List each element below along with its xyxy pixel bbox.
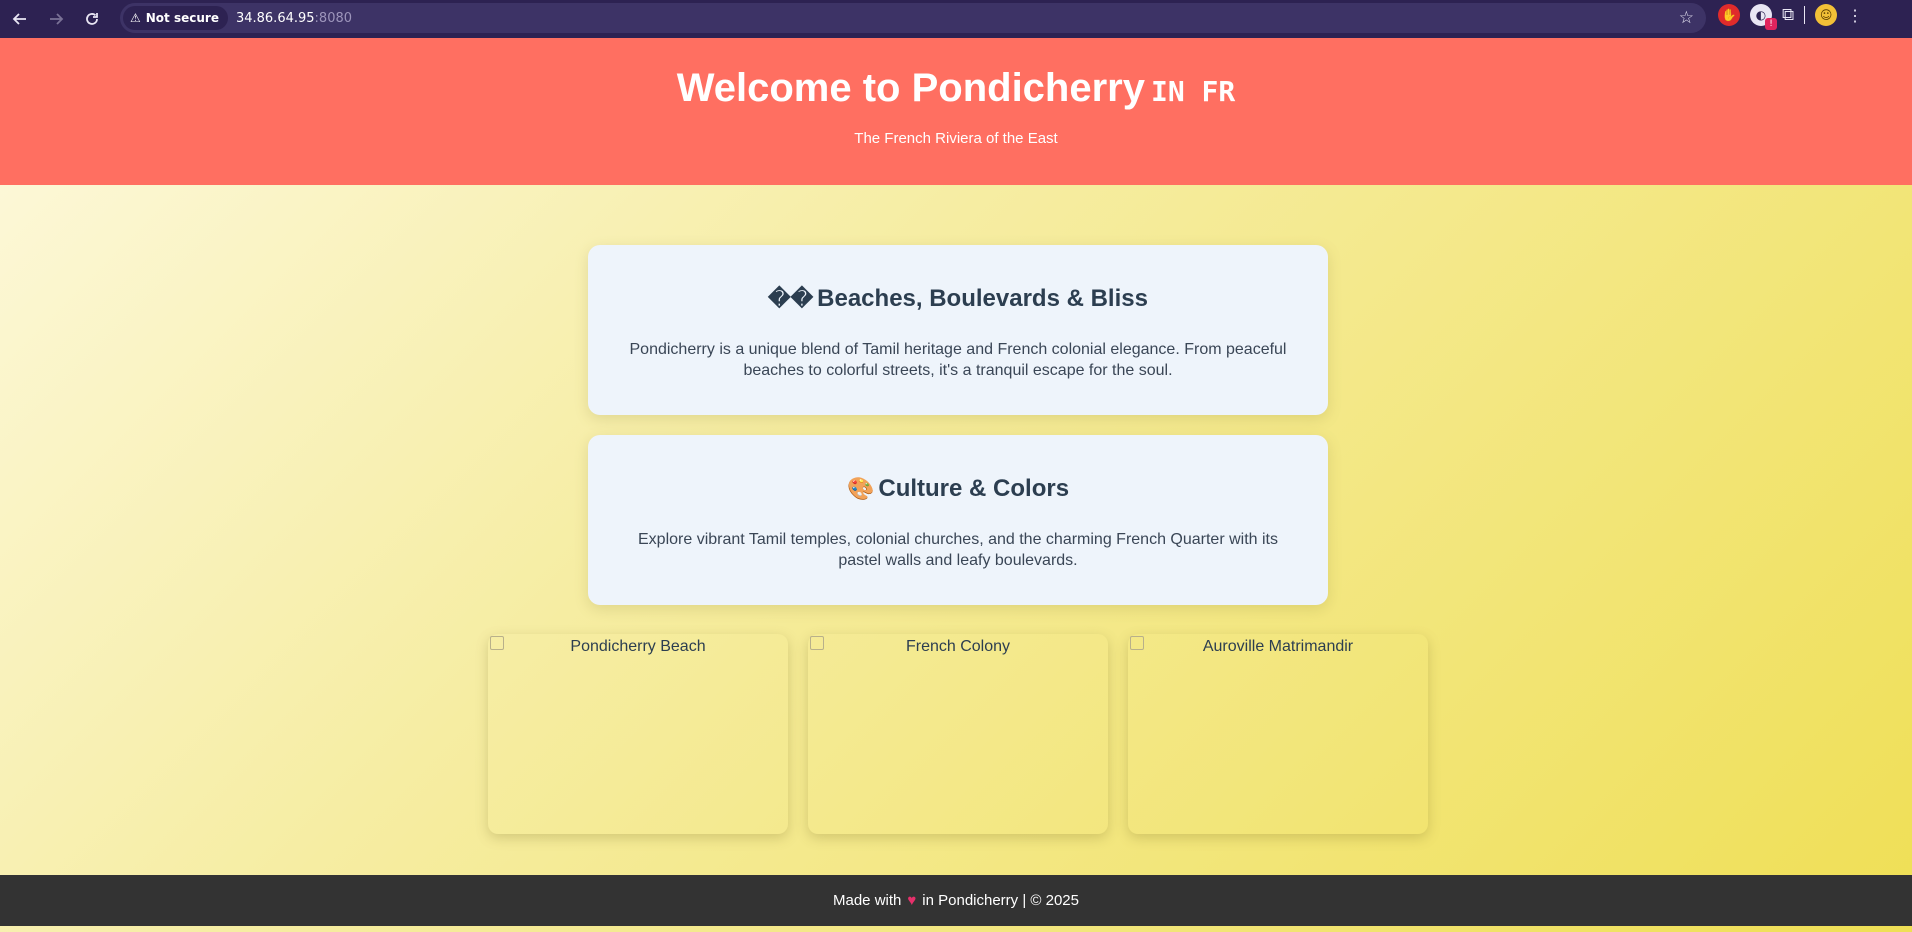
arrow-left-icon bbox=[12, 13, 26, 25]
reload-icon bbox=[86, 13, 98, 25]
forward-button[interactable] bbox=[38, 4, 74, 34]
gallery-image-matrimandir: Auroville Matrimandir bbox=[1128, 634, 1428, 834]
card-title: Culture & Colors bbox=[878, 475, 1070, 502]
broken-image-icon bbox=[490, 636, 504, 650]
security-indicator[interactable]: ⚠ Not secure bbox=[123, 6, 228, 30]
puzzle-extensions-icon[interactable]: ⧉ bbox=[1782, 5, 1794, 25]
back-button[interactable] bbox=[2, 4, 38, 34]
extensions-area: ✋ ◐ ! ⧉ ☺ ⋮ bbox=[1718, 4, 1863, 30]
page-subtitle: The French Riviera of the East bbox=[854, 130, 1058, 147]
url-text[interactable]: 34.86.64.95:8080 bbox=[236, 11, 352, 26]
gallery-image-french-colony: French Colony bbox=[808, 634, 1108, 834]
arrow-right-icon bbox=[50, 13, 64, 25]
image-alt-text: French Colony bbox=[905, 638, 1011, 655]
adblock-extension-icon[interactable]: ✋ bbox=[1718, 4, 1740, 26]
heart-icon: ♥ bbox=[907, 892, 917, 909]
star-icon[interactable]: ☆ bbox=[1679, 8, 1694, 28]
card-heading: �� Beaches, Boulevards & Bliss bbox=[588, 285, 1328, 313]
info-card-culture: 🎨 Culture & Colors Explore vibrant Tamil … bbox=[588, 435, 1328, 605]
footer-prefix: Made with bbox=[833, 892, 902, 909]
security-label: Not secure bbox=[145, 11, 219, 25]
alert-badge-icon: ! bbox=[1765, 18, 1777, 30]
extension-with-badge[interactable]: ◐ ! bbox=[1750, 4, 1777, 30]
broken-image-icon bbox=[1130, 636, 1144, 650]
card-heading: 🎨 Culture & Colors bbox=[588, 475, 1328, 503]
site-header: Welcome to Pondicherry IN FR The French R… bbox=[0, 38, 1912, 185]
broken-image-icon bbox=[810, 636, 824, 650]
broken-emoji-icon: �� bbox=[768, 286, 814, 311]
page-title: Welcome to Pondicherry IN FR bbox=[0, 66, 1912, 111]
url-port: :8080 bbox=[314, 10, 353, 26]
kebab-menu-icon[interactable]: ⋮ bbox=[1847, 6, 1863, 25]
card-text: Explore vibrant Tamil temples, colonial … bbox=[638, 531, 1278, 569]
toolbar-divider bbox=[1804, 6, 1806, 24]
address-bar[interactable]: ⚠ Not secure 34.86.64.95:8080 ☆ bbox=[120, 3, 1706, 33]
image-alt-text: Auroville Matrimandir bbox=[1202, 638, 1354, 655]
url-host: 34.86.64.95 bbox=[235, 10, 315, 26]
page-body: Welcome to Pondicherry IN FR The French R… bbox=[0, 38, 1912, 932]
site-footer: Made with ♥ in Pondicherry | © 2025 bbox=[0, 875, 1912, 926]
profile-avatar-icon[interactable]: ☺ bbox=[1815, 4, 1838, 26]
palette-icon: 🎨 bbox=[846, 476, 875, 501]
footer-suffix: in Pondicherry | © 2025 bbox=[922, 892, 1079, 909]
title-text: Welcome to Pondicherry bbox=[676, 66, 1145, 110]
info-card-beaches: �� Beaches, Boulevards & Bliss Pondicherr… bbox=[588, 245, 1328, 415]
warning-triangle-icon: ⚠ bbox=[130, 11, 141, 25]
flag-codes: IN FR bbox=[1150, 75, 1236, 108]
gallery-image-beach: Pondicherry Beach bbox=[488, 634, 788, 834]
reload-button[interactable] bbox=[74, 4, 110, 34]
image-alt-text: Pondicherry Beach bbox=[570, 638, 706, 655]
card-title: Beaches, Boulevards & Bliss bbox=[817, 285, 1148, 312]
card-text: Pondicherry is a unique blend of Tamil h… bbox=[629, 341, 1287, 379]
browser-toolbar: ⚠ Not secure 34.86.64.95:8080 ☆ ✋ ◐ ! ⧉ … bbox=[0, 0, 1912, 38]
